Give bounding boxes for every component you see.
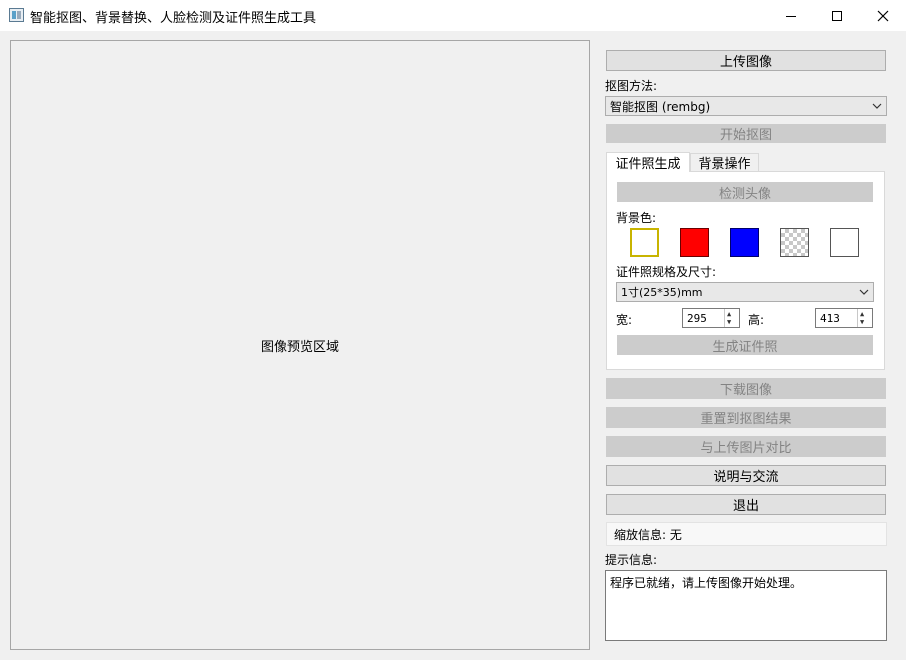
bg-swatch-custom[interactable] xyxy=(830,228,859,257)
help-and-feedback-button[interactable]: 说明与交流 xyxy=(606,465,886,486)
start-matting-button[interactable]: 开始抠图 xyxy=(606,124,886,143)
height-value: 413 xyxy=(820,311,840,325)
matting-method-label: 抠图方法: xyxy=(605,79,658,93)
hint-message: 程序已就绪，请上传图像开始处理。 xyxy=(610,576,803,590)
matting-method-value: 智能抠图 (rembg) xyxy=(610,99,711,114)
close-icon xyxy=(877,10,889,21)
width-spinbox[interactable]: 295 ▲ ▼ xyxy=(682,308,740,328)
tab-id-photo[interactable]: 证件照生成 xyxy=(606,152,690,172)
width-stepper[interactable]: ▲ ▼ xyxy=(724,309,739,327)
height-stepper[interactable]: ▲ ▼ xyxy=(857,309,872,327)
background-color-label: 背景色: xyxy=(616,211,657,225)
download-image-button[interactable]: 下载图像 xyxy=(606,378,886,399)
image-preview-area: 图像预览区域 xyxy=(10,40,590,650)
bg-swatch-transparent[interactable] xyxy=(780,228,809,257)
hint-label: 提示信息: xyxy=(605,553,658,567)
minimize-icon xyxy=(786,15,796,17)
id-photo-spec-select[interactable]: 1寸(25*35)mm xyxy=(616,282,874,302)
upload-image-button[interactable]: 上传图像 xyxy=(606,50,886,71)
hint-message-box[interactable]: 程序已就绪，请上传图像开始处理。 xyxy=(605,570,887,641)
compare-with-upload-button[interactable]: 与上传图片对比 xyxy=(606,436,886,457)
spin-up-icon: ▲ xyxy=(727,310,732,318)
app-icon xyxy=(9,8,24,22)
height-label: 高: xyxy=(748,313,765,327)
bg-swatch-white[interactable] xyxy=(630,228,659,257)
chevron-down-icon xyxy=(859,289,869,295)
bg-swatch-blue[interactable] xyxy=(730,228,759,257)
minimize-button[interactable] xyxy=(768,0,814,31)
preview-placeholder-label: 图像预览区域 xyxy=(260,339,339,355)
matting-method-select[interactable]: 智能抠图 (rembg) xyxy=(605,96,887,116)
maximize-button[interactable] xyxy=(814,0,860,31)
spin-down-icon: ▼ xyxy=(860,318,865,326)
detect-face-button[interactable]: 检测头像 xyxy=(617,182,873,202)
tab-background-operations[interactable]: 背景操作 xyxy=(690,153,759,172)
spin-up-icon: ▲ xyxy=(860,310,865,318)
maximize-icon xyxy=(832,10,842,21)
close-button[interactable] xyxy=(860,0,906,31)
width-label: 宽: xyxy=(616,313,633,327)
window-title: 智能抠图、背景替换、人脸检测及证件照生成工具 xyxy=(30,11,317,26)
id-photo-spec-label: 证件照规格及尺寸: xyxy=(616,265,717,279)
id-photo-spec-value: 1寸(25*35)mm xyxy=(621,286,703,299)
zoom-info: 缩放信息: 无 xyxy=(606,522,887,546)
reset-to-matting-button[interactable]: 重置到抠图结果 xyxy=(606,407,886,428)
bg-swatch-red[interactable] xyxy=(680,228,709,257)
generate-id-photo-button[interactable]: 生成证件照 xyxy=(617,335,873,355)
width-value: 295 xyxy=(687,311,707,325)
height-spinbox[interactable]: 413 ▲ ▼ xyxy=(815,308,873,328)
spin-down-icon: ▼ xyxy=(727,318,732,326)
chevron-down-icon xyxy=(872,103,882,109)
exit-button[interactable]: 退出 xyxy=(606,494,886,515)
